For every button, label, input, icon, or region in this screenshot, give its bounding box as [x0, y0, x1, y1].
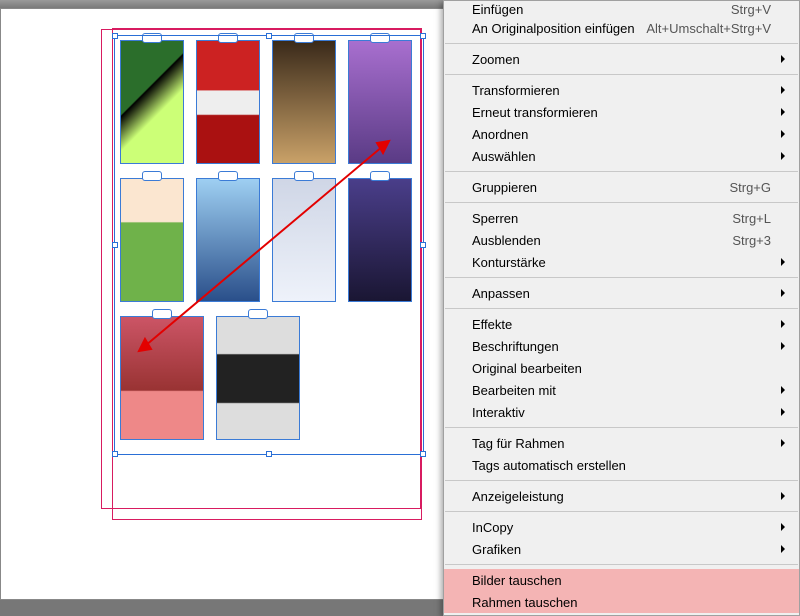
menu-item-shortcut: Strg+G — [729, 180, 771, 195]
menu-item-shortcut: Alt+Umschalt+Strg+V — [646, 21, 771, 36]
menu-item-shortcut: Strg+L — [732, 211, 771, 226]
menu-item[interactable]: Original bearbeiten — [444, 357, 799, 379]
menu-item-label: Bearbeiten mit — [472, 383, 556, 398]
menu-item[interactable]: Rahmen tauschen — [444, 591, 799, 613]
menu-item-label: Rahmen tauschen — [472, 595, 578, 610]
menu-item-label: Transformieren — [472, 83, 560, 98]
menu-item-label: Original bearbeiten — [472, 361, 582, 376]
menu-item[interactable]: An Originalposition einfügen Alt+Umschalt… — [444, 17, 799, 39]
menu-item[interactable]: Transformieren — [444, 79, 799, 101]
menu-separator — [445, 171, 798, 172]
menu-item[interactable]: Anzeigeleistung — [444, 485, 799, 507]
menu-separator — [445, 43, 798, 44]
menu-item[interactable]: Tags automatisch erstellen — [444, 454, 799, 476]
menu-item-label: Anpassen — [472, 286, 530, 301]
menu-item-label: An Originalposition einfügen — [472, 21, 635, 36]
context-menu[interactable]: EinfügenStrg+VAn Originalposition einfüg… — [443, 0, 800, 616]
menu-item[interactable]: Anordnen — [444, 123, 799, 145]
menu-separator — [445, 564, 798, 565]
menu-separator — [445, 480, 798, 481]
menu-separator — [445, 511, 798, 512]
menu-item-label: Gruppieren — [472, 180, 537, 195]
menu-item-label: Tag für Rahmen — [472, 436, 565, 451]
menu-item[interactable]: Gruppieren Strg+G — [444, 176, 799, 198]
menu-item-label: Interaktiv — [472, 405, 525, 420]
menu-item-label: Erneut transformieren — [472, 105, 598, 120]
menu-item-label: Bilder tauschen — [472, 573, 562, 588]
menu-item[interactable]: Bilder tauschen — [444, 569, 799, 591]
menu-item-label: Konturstärke — [472, 255, 546, 270]
menu-separator — [445, 308, 798, 309]
menu-item[interactable]: Sperren Strg+L — [444, 207, 799, 229]
menu-item-label: Zoomen — [472, 52, 520, 67]
menu-item[interactable]: Bearbeiten mit — [444, 379, 799, 401]
menu-item-label: InCopy — [472, 520, 513, 535]
menu-item-label: Beschriftungen — [472, 339, 559, 354]
menu-item[interactable]: Effekte — [444, 313, 799, 335]
menu-item[interactable]: Beschriftungen — [444, 335, 799, 357]
menu-item-shortcut: Strg+3 — [732, 233, 771, 248]
menu-item[interactable]: Auswählen — [444, 145, 799, 167]
menu-separator — [445, 277, 798, 278]
swap-arrow-annotation — [121, 129, 411, 369]
menu-item[interactable]: Konturstärke — [444, 251, 799, 273]
menu-item[interactable]: Einfügen Strg+V — [444, 3, 799, 17]
menu-item-label: Tags automatisch erstellen — [472, 458, 626, 473]
menu-item[interactable]: Zoomen — [444, 48, 799, 70]
menu-separator — [445, 74, 798, 75]
menu-item-label: Anzeigeleistung — [472, 489, 564, 504]
menu-separator — [445, 202, 798, 203]
menu-item-label: Grafiken — [472, 542, 521, 557]
menu-item-label: Sperren — [472, 211, 518, 226]
menu-item[interactable]: Anpassen — [444, 282, 799, 304]
menu-separator — [445, 427, 798, 428]
menu-item-label: Anordnen — [472, 127, 528, 142]
menu-item[interactable]: Tag für Rahmen — [444, 432, 799, 454]
menu-item-label: Ausblenden — [472, 233, 541, 248]
menu-item[interactable]: Erneut transformieren — [444, 101, 799, 123]
menu-item[interactable]: Ausblenden Strg+3 — [444, 229, 799, 251]
menu-item-label: Auswählen — [472, 149, 536, 164]
menu-item[interactable]: InCopy — [444, 516, 799, 538]
menu-item[interactable]: Interaktiv — [444, 401, 799, 423]
menu-item-label: Einfügen — [472, 3, 523, 17]
menu-item-shortcut: Strg+V — [731, 3, 771, 17]
menu-item-label: Effekte — [472, 317, 512, 332]
menu-item[interactable]: Grafiken — [444, 538, 799, 560]
